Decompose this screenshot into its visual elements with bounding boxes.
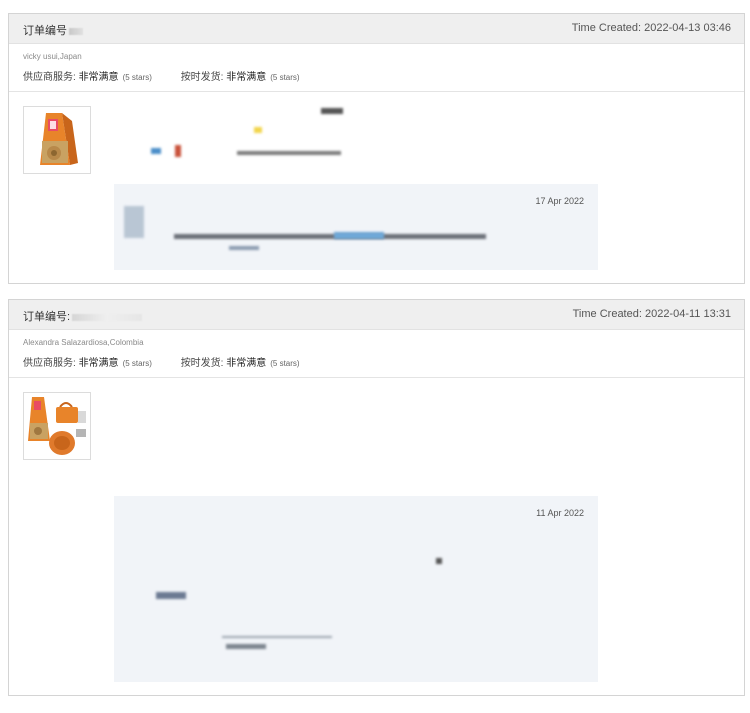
buyer-name: vicky usui,Japan [23, 52, 82, 61]
buyer-name: Alexandra Salazardiosa,Colombia [23, 338, 144, 347]
product-thumbnail[interactable] [23, 392, 91, 460]
rating-stars: (5 stars) [270, 359, 300, 368]
order-header: 订单编号 Time Created: 2022-04-13 03:46 [9, 14, 744, 44]
order-number-label: 订单编号 [23, 22, 83, 38]
feedback-line-redacted [222, 636, 332, 638]
rating-label: 按时发货: [180, 72, 224, 83]
redacted-mark [175, 145, 181, 157]
order-card: 订单编号 Time Created: 2022-04-13 03:46 vick… [8, 13, 745, 284]
rating-value: 非常满意 [226, 358, 267, 369]
rating-value: 非常满意 [78, 358, 119, 369]
feedback-date: 17 Apr 2022 [535, 196, 584, 206]
redacted-text [237, 151, 341, 155]
rating-on-time-shipping: 按时发货: 非常满意 (5 stars) [181, 68, 300, 83]
order-number-text: 订单编号: [23, 311, 71, 323]
rating-stars: (5 stars) [270, 73, 300, 82]
time-created: Time Created: 2022-04-11 13:31 [572, 308, 731, 320]
order-number-label: 订单编号: [23, 308, 143, 324]
order-number-text: 订单编号 [23, 25, 67, 37]
rating-value: 非常满意 [78, 72, 119, 83]
ratings-row: 供应商服务: 非常满意 (5 stars) 按时发货: 非常满意 (5 stars) [23, 68, 300, 83]
rating-value: 非常满意 [226, 72, 267, 83]
rating-label: 供应商服务: [23, 358, 76, 369]
cat-scratcher-icon [40, 113, 78, 165]
feedback-text-redacted [334, 232, 384, 239]
feedback-text-redacted [229, 246, 259, 250]
rating-stars: (5 stars) [122, 73, 152, 82]
feedback-text-redacted [156, 592, 186, 599]
redacted-mark [254, 127, 262, 133]
feedback-mark-redacted [436, 558, 442, 564]
order-card: 订单编号: Time Created: 2022-04-11 13:31 Ale… [8, 299, 745, 696]
feedback-date: 11 Apr 2022 [536, 508, 584, 518]
feedback-box: 17 Apr 2022 [114, 184, 598, 270]
reviewer-avatar-redacted [124, 206, 144, 238]
ratings-row: 供应商服务: 非常满意 (5 stars) 按时发货: 非常满意 (5 stars) [23, 354, 300, 369]
divider [9, 377, 744, 378]
order-number-redacted [69, 27, 83, 35]
time-created: Time Created: 2022-04-13 03:46 [571, 22, 731, 34]
feedback-text-redacted [174, 234, 486, 239]
rating-supplier-service: 供应商服务: 非常满意 (5 stars) [23, 68, 152, 83]
cat-scratcher-bundle-icon [28, 397, 86, 455]
rating-label: 供应商服务: [23, 72, 76, 83]
rating-label: 按时发货: [180, 358, 224, 369]
product-thumbnail[interactable] [23, 106, 91, 174]
feedback-text-redacted [226, 644, 266, 649]
order-header: 订单编号: Time Created: 2022-04-11 13:31 [9, 300, 744, 330]
rating-stars: (5 stars) [122, 359, 152, 368]
feedback-box: 11 Apr 2022 [114, 496, 598, 682]
redacted-mark [151, 148, 161, 154]
order-number-redacted [72, 313, 143, 321]
rating-on-time-shipping: 按时发货: 非常满意 (5 stars) [181, 354, 300, 369]
rating-supplier-service: 供应商服务: 非常满意 (5 stars) [23, 354, 152, 369]
divider [9, 91, 744, 92]
redacted-text [321, 108, 343, 114]
